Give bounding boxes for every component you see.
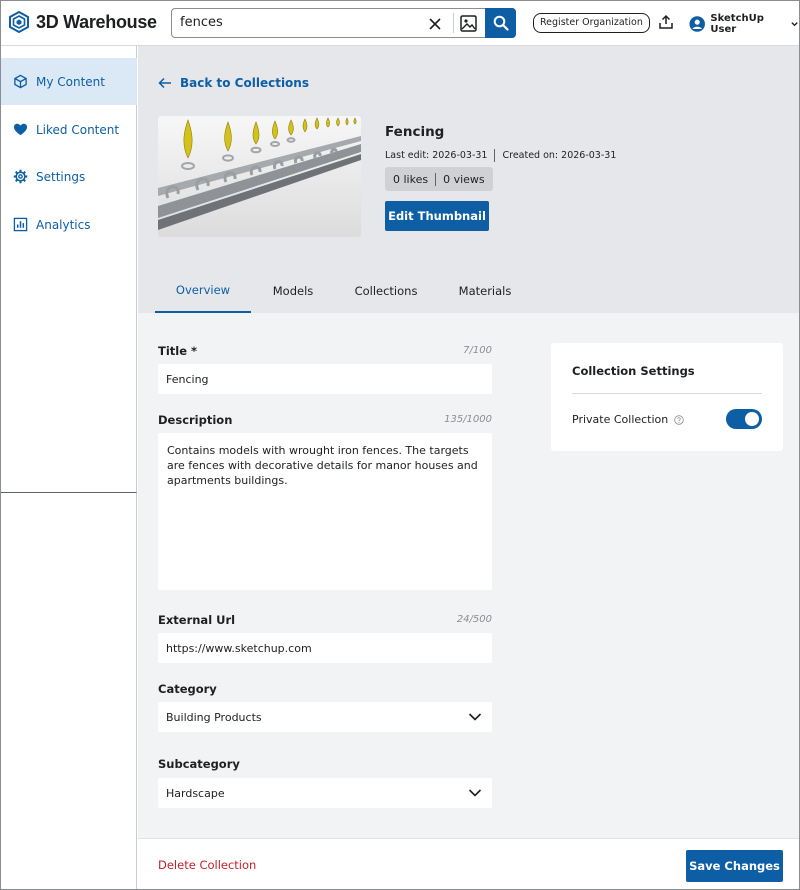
external-url-label: External Url	[158, 613, 236, 627]
top-header: 3D Warehouse Register Organization	[1, 1, 799, 46]
tab-overview[interactable]: Overview	[155, 268, 251, 313]
search-bar	[171, 8, 516, 38]
sidebar-item-label: Analytics	[36, 217, 91, 232]
brand-name: 3D Warehouse	[36, 11, 157, 32]
date-divider	[494, 149, 496, 162]
subcategory-value: Hardscape	[166, 786, 225, 800]
description-field[interactable]: Contains models with wrought iron fences…	[158, 433, 492, 590]
search-input[interactable]	[180, 15, 420, 30]
views-count: 0 views	[443, 172, 485, 186]
user-name: SketchUp User	[710, 13, 764, 35]
stats-divider	[435, 172, 437, 186]
likes-count: 0 likes	[393, 172, 429, 186]
save-changes-button[interactable]: Save Changes	[686, 850, 783, 882]
logo[interactable]: 3D Warehouse	[8, 11, 157, 33]
external-url-char-count: 24/500	[456, 614, 492, 625]
sidebar-empty-area	[1, 493, 137, 889]
tab-collections[interactable]: Collections	[335, 268, 437, 313]
collection-dates: Last edit: 2026-03-31 Created on: 2026-0…	[385, 149, 616, 162]
sidebar-item-label: Settings	[36, 169, 86, 184]
collection-settings-card: Collection Settings Private Collection	[551, 343, 783, 451]
last-edit-date: Last edit: 2026-03-31	[385, 150, 488, 161]
back-to-collections-link[interactable]: Back to Collections	[158, 76, 309, 90]
search-icon	[493, 15, 509, 31]
settings-divider	[572, 393, 762, 394]
search-button[interactable]	[485, 8, 516, 38]
description-char-count: 135/1000	[444, 414, 492, 425]
footer-bar: Delete Collection Save Changes	[138, 838, 799, 889]
help-icon[interactable]	[674, 414, 684, 425]
sidebar-item-analytics[interactable]: Analytics	[1, 201, 137, 248]
fence-thumbnail-image	[158, 116, 361, 237]
sidebar-item-label: Liked Content	[36, 122, 120, 137]
title-char-count: 7/100	[463, 345, 492, 356]
bar-chart-icon	[13, 217, 28, 232]
gear-icon	[13, 169, 28, 184]
avatar	[689, 16, 705, 32]
sidebar-item-label: My Content	[36, 74, 105, 89]
title-label: Title *	[158, 344, 198, 358]
sidebar-item-settings[interactable]: Settings	[1, 153, 137, 200]
sidebar-item-my-content[interactable]: My Content	[1, 58, 137, 105]
tab-materials[interactable]: Materials	[437, 268, 533, 313]
warehouse-logo-icon	[9, 11, 29, 33]
external-url-field[interactable]: https://www.sketchup.com	[158, 633, 492, 663]
back-link-label: Back to Collections	[180, 76, 309, 90]
chevron-down-icon	[468, 789, 482, 797]
user-menu[interactable]: SketchUp User	[689, 13, 799, 35]
sidebar: My Content Liked Content Settings Analyt…	[1, 46, 137, 493]
title-field[interactable]: Fencing	[158, 364, 492, 394]
collection-header: Back to Collections Fencing Last edit: 2…	[138, 46, 799, 313]
created-date: Created on: 2026-03-31	[502, 150, 617, 161]
description-label: Description	[158, 413, 233, 427]
collection-title: Fencing	[385, 124, 445, 140]
upload-icon[interactable]	[658, 14, 674, 30]
category-value: Building Products	[166, 710, 262, 724]
private-collection-toggle[interactable]	[726, 409, 762, 429]
subcategory-select[interactable]: Hardscape	[158, 778, 492, 808]
tab-models[interactable]: Models	[251, 268, 335, 313]
delete-collection-link[interactable]: Delete Collection	[158, 858, 256, 872]
close-icon[interactable]	[426, 15, 444, 33]
collection-stats: 0 likes 0 views	[385, 167, 493, 191]
private-collection-label: Private Collection	[572, 413, 669, 426]
chevron-down-icon	[791, 22, 798, 27]
heart-icon	[13, 123, 28, 136]
register-organization-button[interactable]: Register Organization	[533, 13, 650, 33]
toggle-knob	[745, 412, 759, 426]
sidebar-item-liked-content[interactable]: Liked Content	[1, 106, 137, 153]
edit-thumbnail-button[interactable]: Edit Thumbnail	[385, 201, 489, 231]
cube-icon	[14, 74, 27, 89]
search-divider	[453, 13, 454, 33]
image-search-icon[interactable]	[459, 14, 478, 33]
subcategory-label: Subcategory	[158, 757, 240, 771]
chevron-down-icon	[468, 713, 482, 721]
overview-form: Title * 7/100 Fencing Description 135/10…	[138, 313, 799, 838]
category-label: Category	[158, 682, 217, 696]
app-window: 3D Warehouse Register Organization	[0, 0, 800, 890]
arrow-left-icon	[158, 77, 171, 89]
collection-thumbnail	[158, 116, 361, 237]
settings-title: Collection Settings	[572, 364, 695, 378]
category-select[interactable]: Building Products	[158, 702, 492, 732]
private-collection-row: Private Collection	[572, 413, 684, 426]
collection-tabs: Overview Models Collections Materials	[155, 268, 533, 313]
